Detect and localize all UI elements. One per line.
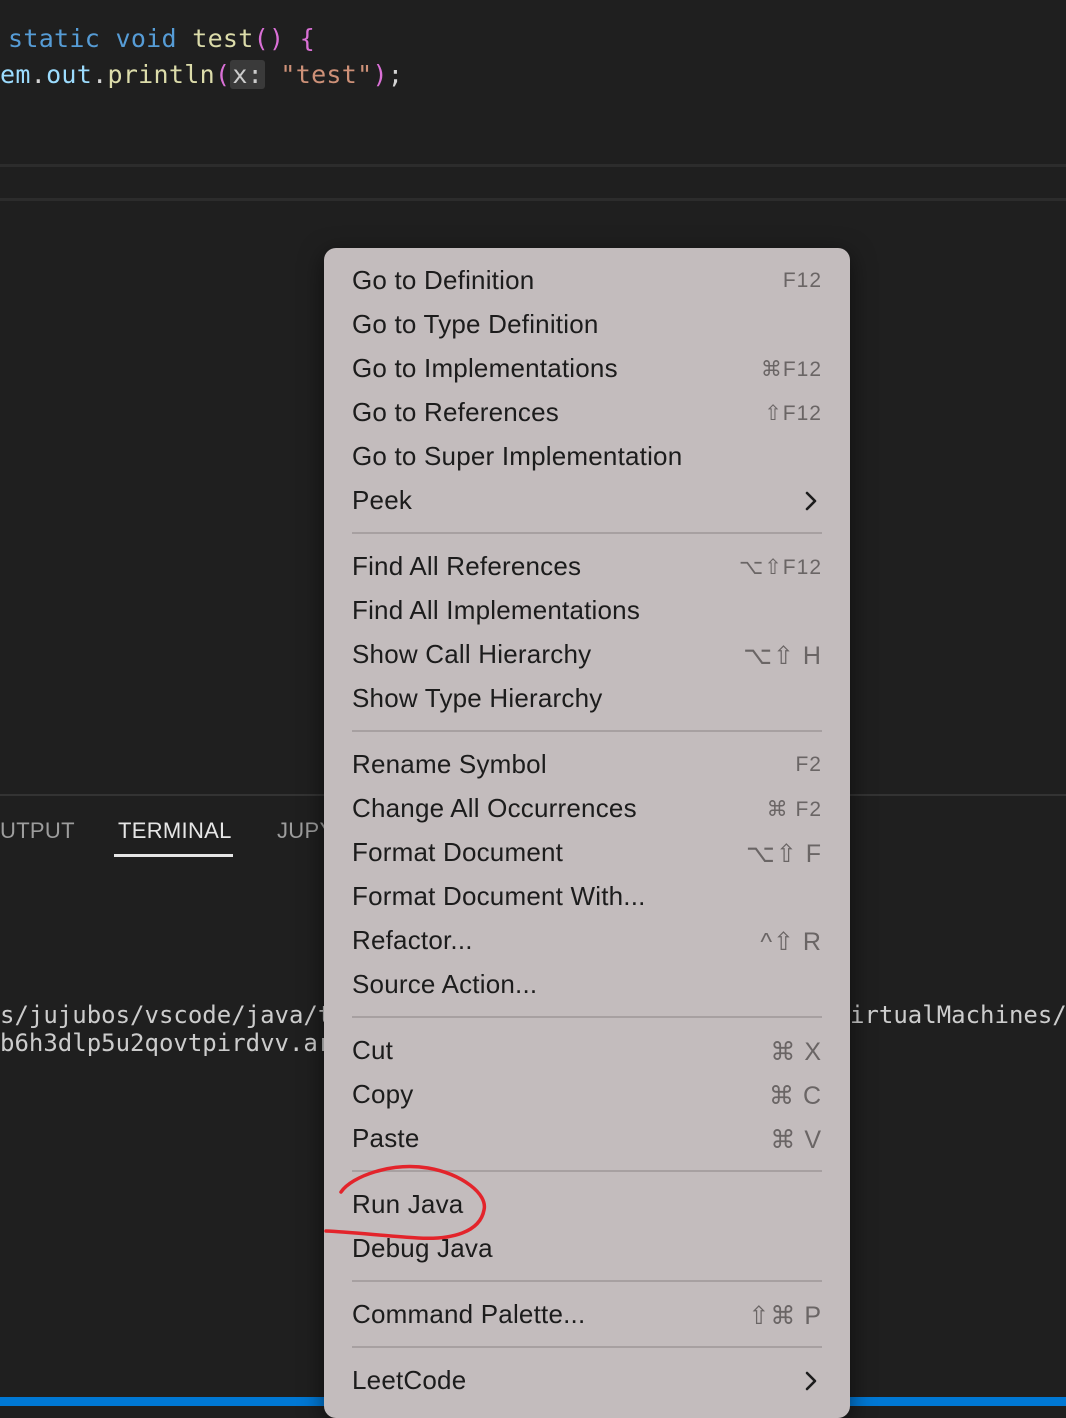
terminal-line: irtualMachines/j bbox=[850, 1001, 1066, 1029]
menu-item-go-to-type-definition[interactable]: Go to Type Definition bbox=[324, 303, 850, 347]
chevron-right-icon bbox=[805, 491, 817, 511]
menu-item-label: Debug Java bbox=[352, 1233, 493, 1263]
code-paren: ( bbox=[214, 60, 231, 89]
code-editor[interactable]: static void test() { em.out.println(x: "… bbox=[0, 0, 1066, 168]
menu-item-label: Show Type Hierarchy bbox=[352, 683, 603, 713]
menu-item-label: Change All Occurrences bbox=[352, 793, 637, 823]
menu-item-go-to-references[interactable]: Go to References ⇧F12 bbox=[324, 391, 850, 435]
menu-item-refactor[interactable]: Refactor... ^⇧ R bbox=[324, 919, 850, 963]
menu-item-show-type-hierarchy[interactable]: Show Type Hierarchy bbox=[324, 677, 850, 721]
menu-item-label: Peek bbox=[352, 485, 413, 515]
menu-item-shortcut: ⌘ V bbox=[770, 1126, 822, 1154]
parameter-hint: x: bbox=[230, 60, 266, 89]
menu-item-label: Go to Super Implementation bbox=[352, 441, 683, 471]
tab-output[interactable]: UTPUT bbox=[0, 818, 75, 844]
code-paren: ) bbox=[372, 60, 388, 89]
code-method: println bbox=[107, 60, 215, 89]
menu-item-shortcut: ⌘F12 bbox=[760, 358, 822, 381]
editor-divider bbox=[0, 198, 1066, 201]
code-line-2: em.out.println(x: "test"); bbox=[0, 60, 403, 89]
menu-item-shortcut: ⇧⌘ P bbox=[748, 1302, 822, 1330]
menu-item-shortcut: ^⇧ R bbox=[760, 928, 822, 956]
chevron-right-icon bbox=[805, 1371, 817, 1391]
menu-item-shortcut: ⇧F12 bbox=[764, 402, 822, 425]
menu-item-shortcut: ⌥⇧F12 bbox=[739, 556, 822, 579]
code-dot: . bbox=[30, 60, 47, 89]
menu-separator bbox=[352, 1016, 822, 1018]
editor-divider bbox=[0, 164, 1066, 167]
menu-item-shortcut: ⌘ C bbox=[769, 1082, 822, 1110]
menu-item-label: Find All References bbox=[352, 551, 582, 581]
terminal-line: s/jujubos/vscode/java/te bbox=[0, 1001, 347, 1029]
code-field: out bbox=[46, 60, 93, 89]
menu-item-label: Rename Symbol bbox=[352, 749, 547, 779]
menu-item-go-to-implementations[interactable]: Go to Implementations ⌘F12 bbox=[324, 347, 850, 391]
menu-item-find-all-implementations[interactable]: Find All Implementations bbox=[324, 589, 850, 633]
menu-item-label: Go to References bbox=[352, 397, 559, 427]
menu-item-rename-symbol[interactable]: Rename Symbol F2 bbox=[324, 743, 850, 787]
menu-item-debug-java[interactable]: Debug Java bbox=[324, 1227, 850, 1271]
menu-item-go-to-definition[interactable]: Go to Definition F12 bbox=[324, 259, 850, 303]
menu-item-run-java[interactable]: Run Java bbox=[324, 1183, 850, 1227]
keyword-void: void bbox=[115, 24, 177, 53]
context-menu: Go to Definition F12 Go to Type Definition… bbox=[324, 248, 850, 1418]
menu-item-leetcode[interactable]: LeetCode bbox=[324, 1359, 850, 1403]
menu-item-label: Refactor... bbox=[352, 925, 473, 955]
menu-separator bbox=[352, 1346, 822, 1348]
menu-item-format-document[interactable]: Format Document ⌥⇧ F bbox=[324, 831, 850, 875]
menu-item-shortcut: F12 bbox=[782, 269, 822, 292]
menu-item-format-document-with[interactable]: Format Document With... bbox=[324, 875, 850, 919]
menu-item-shortcut: F2 bbox=[795, 753, 822, 776]
menu-item-label: Paste bbox=[352, 1123, 420, 1153]
parens: () bbox=[253, 24, 285, 53]
menu-item-label: Show Call Hierarchy bbox=[352, 639, 592, 669]
menu-item-label: Go to Definition bbox=[352, 265, 535, 295]
menu-item-label: Go to Implementations bbox=[352, 353, 618, 383]
menu-item-show-call-hierarchy[interactable]: Show Call Hierarchy ⌥⇧ H bbox=[324, 633, 850, 677]
menu-separator bbox=[352, 532, 822, 534]
menu-item-go-to-super-implementation[interactable]: Go to Super Implementation bbox=[324, 435, 850, 479]
menu-item-label: Format Document bbox=[352, 837, 564, 867]
code-line-1: static void test() { bbox=[8, 24, 315, 53]
menu-item-label: Copy bbox=[352, 1079, 414, 1109]
tab-terminal[interactable]: TERMINAL bbox=[118, 818, 232, 844]
menu-item-command-palette[interactable]: Command Palette... ⇧⌘ P bbox=[324, 1293, 850, 1337]
menu-item-find-all-references[interactable]: Find All References ⌥⇧F12 bbox=[324, 545, 850, 589]
menu-item-peek[interactable]: Peek bbox=[324, 479, 850, 523]
open-brace: { bbox=[299, 24, 316, 53]
method-name: test bbox=[192, 24, 254, 53]
code-identifier: em bbox=[0, 60, 31, 89]
active-tab-indicator bbox=[114, 854, 233, 857]
menu-item-label: LeetCode bbox=[352, 1365, 467, 1395]
menu-separator bbox=[352, 1170, 822, 1172]
menu-separator bbox=[352, 1280, 822, 1282]
code-dot: . bbox=[92, 60, 108, 89]
menu-item-label: Format Document With... bbox=[352, 881, 646, 911]
menu-separator bbox=[352, 730, 822, 732]
menu-item-label: Cut bbox=[352, 1035, 394, 1065]
menu-item-shortcut: ⌥⇧ F bbox=[746, 840, 822, 868]
menu-item-label: Find All Implementations bbox=[352, 595, 641, 625]
menu-item-label: Source Action... bbox=[352, 969, 538, 999]
menu-item-cut[interactable]: Cut ⌘ X bbox=[324, 1029, 850, 1073]
menu-item-shortcut: ⌘ X bbox=[770, 1038, 822, 1066]
string-literal: "test" bbox=[280, 60, 373, 89]
menu-item-shortcut: ⌥⇧ H bbox=[743, 642, 822, 670]
menu-item-label: Go to Type Definition bbox=[352, 309, 599, 339]
menu-item-change-all-occurrences[interactable]: Change All Occurrences ⌘ F2 bbox=[324, 787, 850, 831]
code-semicolon: ; bbox=[387, 60, 404, 89]
menu-item-label: Run Java bbox=[352, 1189, 464, 1219]
menu-item-source-action[interactable]: Source Action... bbox=[324, 963, 850, 1007]
menu-item-paste[interactable]: Paste ⌘ V bbox=[324, 1117, 850, 1161]
menu-item-shortcut: ⌘ F2 bbox=[766, 798, 822, 821]
keyword-static: static bbox=[8, 24, 101, 53]
menu-item-label: Command Palette... bbox=[352, 1299, 586, 1329]
terminal-line: b6h3dlp5u2qovtpirdvv.arg bbox=[0, 1029, 347, 1057]
menu-item-copy[interactable]: Copy ⌘ C bbox=[324, 1073, 850, 1117]
